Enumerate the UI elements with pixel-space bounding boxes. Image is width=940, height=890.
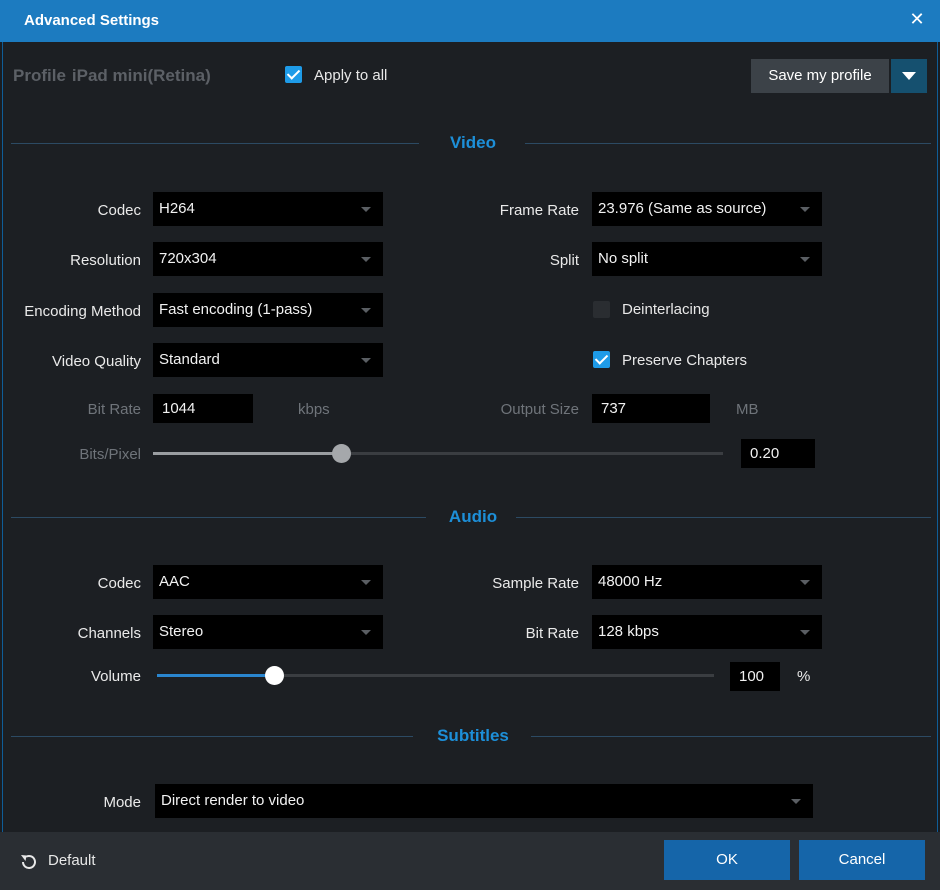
- divider: [11, 517, 426, 518]
- resolution-label: Resolution: [70, 252, 141, 269]
- apply-to-all-label: Apply to all: [314, 67, 388, 84]
- chevron-down-icon: [800, 257, 810, 262]
- chevron-down-icon: [800, 580, 810, 585]
- video-codec-label: Codec: [97, 202, 141, 219]
- chevron-down-icon: [361, 630, 371, 635]
- preserve-chapters-label: Preserve Chapters: [622, 352, 748, 369]
- audio-bitrate-value: 128 kbps: [598, 623, 659, 640]
- subtitle-mode-select[interactable]: Direct render to video: [155, 784, 813, 818]
- volume-slider[interactable]: [157, 666, 714, 685]
- output-size-label: Output Size: [500, 401, 579, 418]
- save-profile-dropdown-button[interactable]: [891, 59, 927, 93]
- profile-prefix: Profile: [13, 66, 66, 85]
- video-section-header: Video: [11, 132, 931, 154]
- chevron-down-icon: [361, 257, 371, 262]
- save-profile-button[interactable]: Save my profile: [751, 59, 889, 93]
- divider: [525, 143, 931, 144]
- sample-rate-select[interactable]: 48000 Hz: [592, 565, 822, 599]
- audio-bitrate-select[interactable]: 128 kbps: [592, 615, 822, 649]
- channels-select[interactable]: Stereo: [153, 615, 383, 649]
- output-size-input[interactable]: 737: [592, 394, 710, 423]
- resolution-select[interactable]: 720x304: [153, 242, 383, 276]
- video-bitrate-unit: kbps: [298, 401, 330, 418]
- chevron-down-icon: [361, 207, 371, 212]
- ok-button[interactable]: OK: [664, 840, 790, 880]
- encoding-method-label: Encoding Method: [24, 303, 141, 320]
- slider-thumb[interactable]: [265, 666, 284, 685]
- deinterlacing-label: Deinterlacing: [622, 301, 710, 318]
- cancel-button[interactable]: Cancel: [799, 840, 925, 880]
- volume-unit: %: [797, 668, 811, 685]
- reset-icon: [21, 855, 36, 869]
- video-bitrate-label: Bit Rate: [87, 401, 141, 418]
- slider-fill: [153, 452, 341, 455]
- subtitle-mode-value: Direct render to video: [161, 792, 305, 809]
- deinterlacing-checkbox[interactable]: [593, 301, 610, 318]
- video-quality-value: Standard: [159, 351, 220, 368]
- encoding-method-value: Fast encoding (1-pass): [159, 301, 313, 318]
- chevron-down-icon: [791, 799, 801, 804]
- chevron-down-icon: [361, 358, 371, 363]
- chevron-down-icon: [361, 308, 371, 313]
- profile-name: iPad mini(Retina): [71, 66, 211, 85]
- video-quality-select[interactable]: Standard: [153, 343, 383, 377]
- sample-rate-value: 48000 Hz: [598, 573, 663, 590]
- audio-bitrate-label: Bit Rate: [525, 625, 579, 642]
- default-label: Default: [48, 852, 96, 869]
- mode-label: Mode: [103, 794, 141, 811]
- audio-heading: Audio: [448, 507, 498, 526]
- divider: [11, 143, 419, 144]
- audio-codec-value: AAC: [159, 573, 190, 590]
- preserve-chapters-checkbox[interactable]: [593, 351, 610, 368]
- frame-rate-select[interactable]: 23.976 (Same as source): [592, 192, 822, 226]
- frame-rate-label: Frame Rate: [499, 202, 579, 219]
- video-codec-value: H264: [159, 200, 195, 217]
- chevron-down-icon: [800, 630, 810, 635]
- video-codec-select[interactable]: H264: [153, 192, 383, 226]
- title-bar: Advanced Settings ✕: [0, 0, 940, 42]
- output-size-unit: MB: [736, 401, 759, 418]
- bits-per-pixel-label: Bits/Pixel: [79, 446, 141, 463]
- divider: [516, 517, 931, 518]
- split-value: No split: [598, 250, 649, 267]
- divider: [11, 736, 413, 737]
- split-label: Split: [549, 252, 579, 269]
- video-quality-label: Video Quality: [52, 353, 141, 370]
- frame-rate-value: 23.976 (Same as source): [598, 200, 767, 217]
- close-icon[interactable]: ✕: [908, 10, 926, 28]
- video-bitrate-input[interactable]: 1044: [153, 394, 253, 423]
- audio-section-header: Audio: [11, 506, 931, 528]
- slider-thumb[interactable]: [332, 444, 351, 463]
- slider-fill: [157, 674, 274, 677]
- volume-input[interactable]: 100: [730, 662, 780, 691]
- divider: [531, 736, 931, 737]
- dialog-body: Profile iPad mini(Retina) Apply to all Sa…: [2, 42, 938, 832]
- bits-per-pixel-input[interactable]: 0.20: [741, 439, 815, 468]
- apply-to-all-checkbox[interactable]: [285, 66, 302, 83]
- subtitles-section-header: Subtitles: [11, 725, 931, 747]
- sample-rate-label: Sample Rate: [492, 575, 579, 592]
- audio-codec-label: Codec: [97, 575, 141, 592]
- channels-label: Channels: [77, 625, 141, 642]
- video-heading: Video: [450, 133, 496, 152]
- chevron-down-icon: [800, 207, 810, 212]
- volume-label: Volume: [90, 668, 141, 685]
- bits-per-pixel-slider[interactable]: [153, 444, 723, 463]
- channels-value: Stereo: [159, 623, 204, 640]
- split-select[interactable]: No split: [592, 242, 822, 276]
- subtitles-heading: Subtitles: [437, 726, 509, 745]
- chevron-down-icon: [361, 580, 371, 585]
- profile-label: Profile iPad mini(Retina): [13, 66, 211, 86]
- encoding-method-select[interactable]: Fast encoding (1-pass): [153, 293, 383, 327]
- footer-bar: Default OK Cancel: [0, 832, 940, 890]
- window-title: Advanced Settings: [24, 12, 160, 29]
- resolution-value: 720x304: [159, 250, 217, 267]
- audio-codec-select[interactable]: AAC: [153, 565, 383, 599]
